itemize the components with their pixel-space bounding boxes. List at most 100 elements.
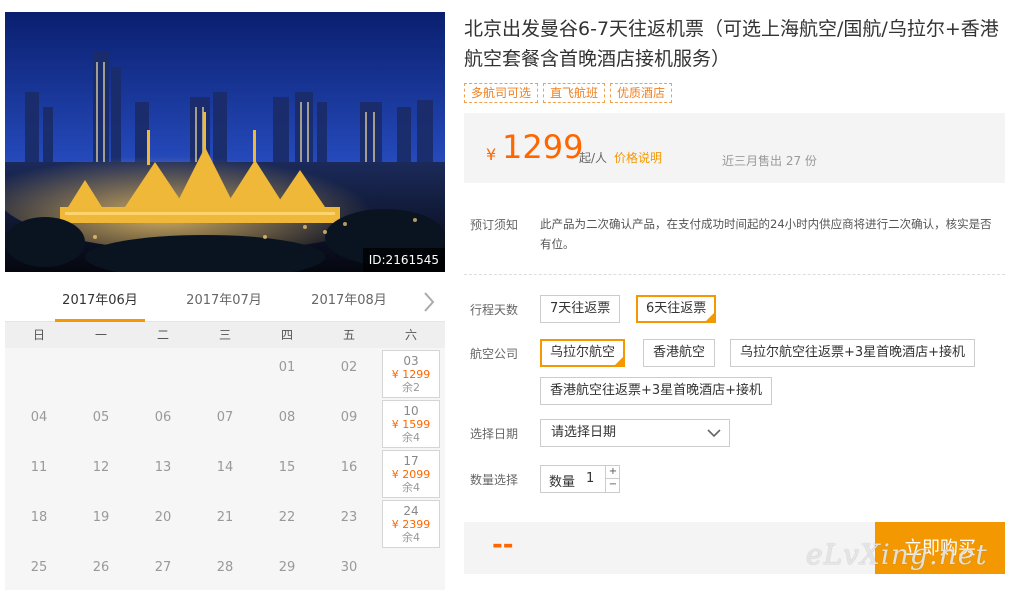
calendar-day: 07: [196, 400, 254, 448]
day-price: ¥ 1299: [391, 368, 431, 381]
feature-tag: 直飞航班: [543, 83, 606, 103]
bangkok-night-skyline-illustration: [5, 12, 445, 272]
divider: [464, 274, 1005, 275]
calendar-day: 26: [72, 550, 130, 598]
calendar-day: 16: [320, 450, 378, 498]
day-number: 17: [403, 454, 419, 468]
day-number: 24: [403, 504, 419, 518]
tab-month-2[interactable]: 2017年07月: [179, 284, 269, 322]
option-hongkong-airlines[interactable]: 香港航空: [643, 339, 716, 367]
calendar-day: 29: [258, 550, 316, 598]
calendar-day-available[interactable]: 10 ¥ 1599 余4: [382, 400, 440, 448]
calendar-day: 14: [196, 450, 254, 498]
day-number: 30: [340, 560, 358, 575]
day-number: 15: [278, 460, 296, 475]
feature-tags: 多航司可选 直飞航班 优质酒店: [464, 82, 677, 104]
calendar-day: 18: [10, 500, 68, 548]
day-number: 02: [340, 360, 358, 375]
weekday-label: 五: [342, 328, 355, 342]
calendar-day: 23: [320, 500, 378, 548]
calendar-day-available[interactable]: 17 ¥ 2099 余4: [382, 450, 440, 498]
option-hongkong-package[interactable]: 香港航空往返票+3星首晚酒店+接机: [540, 377, 773, 405]
option-ural-airlines[interactable]: 乌拉尔航空: [540, 339, 626, 367]
calendar-day: 08: [258, 400, 316, 448]
quantity-value[interactable]: 1: [586, 471, 594, 486]
next-month-button[interactable]: [419, 290, 439, 314]
trip-days-label: 行程天数: [470, 303, 519, 317]
price-amount: 1299: [502, 128, 584, 166]
calendar-day: 25: [10, 550, 68, 598]
day-number: 29: [278, 560, 296, 575]
calendar-day: 09: [320, 400, 378, 448]
date-select-placeholder: 请选择日期: [551, 425, 617, 440]
option-6-day[interactable]: 6天往返票: [636, 295, 717, 323]
chevron-down-icon: [707, 429, 721, 438]
day-number: 03: [403, 354, 419, 368]
day-number: 07: [216, 410, 234, 425]
day-number: 20: [154, 510, 172, 525]
date-label: 选择日期: [470, 427, 519, 441]
day-number: 12: [92, 460, 110, 475]
calendar-day: 15: [258, 450, 316, 498]
weekday-label: 日: [32, 328, 45, 342]
chevron-right-icon: [424, 292, 435, 312]
price-explanation-link[interactable]: 价格说明: [614, 149, 662, 166]
booking-notice-label: 预订须知: [470, 218, 519, 232]
day-number: 22: [278, 510, 296, 525]
calendar-day: 02: [320, 350, 378, 398]
day-price: ¥ 2399: [391, 518, 431, 531]
tab-month-1[interactable]: 2017年06月: [55, 284, 145, 322]
feature-tag: 优质酒店: [610, 83, 673, 103]
price-box: ¥ 1299 起/人 价格说明 近三月售出 27 份: [464, 113, 1005, 183]
day-number: 09: [340, 410, 358, 425]
day-stock: 余4: [402, 431, 420, 444]
feature-tag: 多航司可选: [464, 83, 539, 103]
calendar-day: 22: [258, 500, 316, 548]
calendar-day: 13: [134, 450, 192, 498]
day-number: 16: [340, 460, 358, 475]
calendar-day: 01: [258, 350, 316, 398]
quantity-stepper: 数量 1 + −: [540, 465, 620, 493]
weekday-label: 四: [280, 328, 293, 342]
tab-month-3[interactable]: 2017年08月: [304, 284, 394, 322]
calendar-day-available[interactable]: 24 ¥ 2399 余4: [382, 500, 440, 548]
weekday-label: 一: [94, 328, 107, 342]
calendar-day-available[interactable]: 03 ¥ 1299 余2: [382, 350, 440, 398]
date-select[interactable]: 请选择日期: [540, 419, 730, 447]
buy-now-button[interactable]: 立即购买: [875, 522, 1005, 574]
calendar-day: 20: [134, 500, 192, 548]
day-number: 04: [30, 410, 48, 425]
calendar-day: 04: [10, 400, 68, 448]
quantity-label: 数量选择: [470, 473, 519, 487]
quantity-minus-button[interactable]: −: [605, 479, 620, 492]
day-number: 10: [403, 404, 419, 418]
day-stock: 余2: [402, 381, 420, 394]
airline-label: 航空公司: [470, 347, 519, 361]
quantity-plus-button[interactable]: +: [605, 466, 620, 479]
option-ural-package[interactable]: 乌拉尔航空往返票+3星首晚酒店+接机: [730, 339, 976, 367]
option-7-day[interactable]: 7天往返票: [540, 295, 621, 323]
day-number: 06: [154, 410, 172, 425]
currency-symbol: ¥: [486, 145, 497, 164]
total-price: --: [492, 530, 514, 560]
day-number: 18: [30, 510, 48, 525]
calendar-day: 27: [134, 550, 192, 598]
product-photo: ID:2161545: [5, 12, 445, 272]
sales-count: 近三月售出 27 份: [722, 154, 817, 168]
price-unit: 起/人: [579, 151, 608, 165]
day-number: 19: [92, 510, 110, 525]
day-number: 28: [216, 560, 234, 575]
day-number: 23: [340, 510, 358, 525]
day-number: 08: [278, 410, 296, 425]
booking-notice-text: 此产品为二次确认产品，在支付成功时间起的24小时内供应商将进行二次确认，核实是否…: [540, 217, 992, 251]
day-number: 27: [154, 560, 172, 575]
month-tabs: 2017年06月 2017年07月 2017年08月: [5, 284, 445, 322]
calendar-day: 05: [72, 400, 130, 448]
day-stock: 余4: [402, 531, 420, 544]
weekday-label: 六: [404, 328, 417, 342]
day-number: 14: [216, 460, 234, 475]
day-price: ¥ 1599: [391, 418, 431, 431]
day-number: 13: [154, 460, 172, 475]
photo-id-badge: ID:2161545: [362, 248, 445, 272]
price-calendar: 日 一 二 三 四 五 六 01 02 03 ¥ 1299 余2 04 05 06 07 08 09 10 ¥ 15…: [5, 322, 445, 590]
